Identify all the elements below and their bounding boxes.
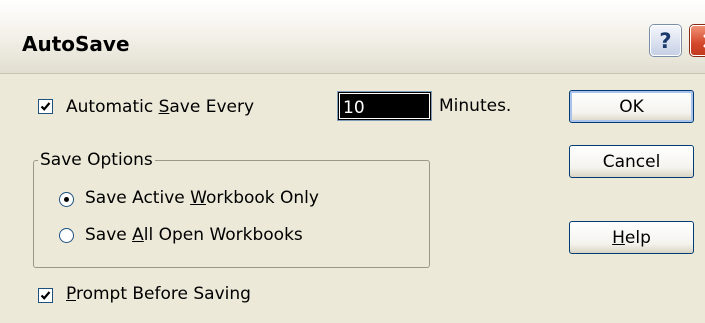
radio-selected-dot (64, 197, 69, 202)
save-all-workbooks-label: Save All Open Workbooks (85, 225, 303, 245)
check-icon (40, 102, 51, 111)
save-options-group (33, 160, 430, 268)
save-options-legend: Save Options (38, 150, 155, 170)
dialog-title: AutoSave (22, 32, 130, 56)
help-titlebar-button[interactable]: ? (650, 25, 681, 56)
minutes-input[interactable] (337, 91, 432, 121)
autosave-label: Automatic Save Every (66, 97, 255, 117)
autosave-checkbox[interactable] (38, 99, 53, 114)
radio-save-active-workbook[interactable] (59, 192, 74, 207)
save-active-workbook-label: Save Active Workbook Only (85, 188, 319, 208)
cancel-button[interactable]: Cancel (569, 145, 694, 178)
prompt-checkbox[interactable] (38, 288, 53, 303)
check-icon (40, 291, 51, 300)
ok-button[interactable]: OK (569, 90, 694, 123)
prompt-label: Prompt Before Saving (66, 284, 251, 304)
minutes-label: Minutes. (439, 96, 512, 116)
close-button[interactable] (690, 25, 705, 56)
radio-save-all-workbooks[interactable] (59, 228, 74, 243)
help-button[interactable]: Help (569, 221, 694, 254)
title-bar: AutoSave ? (0, 0, 705, 74)
question-icon: ? (659, 28, 672, 53)
